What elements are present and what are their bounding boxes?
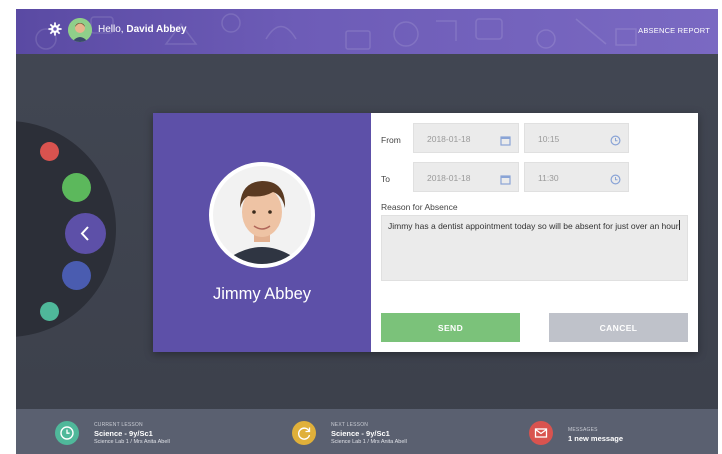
top-bar: Hello, David Abbey ABSENCE REPORT [16, 9, 718, 54]
gear-icon[interactable] [48, 22, 62, 36]
clock-icon [55, 421, 79, 445]
to-date-field[interactable]: 2018-01-18 [413, 162, 519, 192]
next-lesson[interactable]: NEXT LESSON Science - 9y/Sc1 Science Lab… [256, 409, 486, 454]
reason-text: Jimmy has a dentist appointment today so… [388, 221, 679, 231]
current-lesson-title: Science - 9y/Sc1 [94, 429, 153, 438]
to-date-value: 2018-01-18 [427, 173, 471, 183]
calendar-icon[interactable] [500, 172, 511, 185]
current-lesson[interactable]: CURRENT LESSON Science - 9y/Sc1 Science … [16, 409, 256, 454]
chevron-left-icon [80, 226, 89, 241]
greeting-text: Hello, [98, 24, 127, 35]
absence-form: From 2018-01-18 10:15 To 2018-01-18 11:3… [371, 113, 698, 352]
send-button[interactable]: SEND [381, 313, 520, 342]
from-time-field[interactable]: 10:15 [524, 123, 629, 153]
messages-count: 1 new message [568, 434, 624, 443]
next-lesson-title: Science - 9y/Sc1 [331, 429, 390, 438]
wheel-dot-teal[interactable] [40, 302, 59, 321]
student-panel: Jimmy Abbey [153, 113, 371, 352]
absence-report-link[interactable]: ABSENCE REPORT [638, 26, 710, 35]
next-lesson-caption: NEXT LESSON [331, 422, 369, 428]
reason-textarea[interactable]: Jimmy has a dentist appointment today so… [381, 215, 688, 281]
refresh-clock-icon [292, 421, 316, 445]
clock-icon[interactable] [610, 172, 621, 185]
current-lesson-caption: CURRENT LESSON [94, 422, 143, 428]
current-lesson-detail: Science Lab 1 / Mrs Anita Abell [94, 439, 170, 445]
to-time-field[interactable]: 11:30 [524, 162, 629, 192]
absence-card: Jimmy Abbey From 2018-01-18 10:15 To 201… [153, 113, 698, 352]
next-lesson-detail: Science Lab 1 / Mrs Anita Abell [331, 439, 407, 445]
messages[interactable]: MESSAGES 1 new message [486, 409, 718, 454]
wheel-dot-green[interactable] [62, 173, 91, 202]
status-footer: CURRENT LESSON Science - 9y/Sc1 Science … [16, 409, 718, 454]
student-name: Jimmy Abbey [212, 285, 312, 303]
greeting: Hello, David Abbey [98, 24, 187, 35]
wheel-dot-blue[interactable] [62, 261, 91, 290]
user-name: David Abbey [126, 24, 187, 35]
from-date-value: 2018-01-18 [427, 134, 471, 144]
text-caret [678, 220, 680, 230]
from-date-field[interactable]: 2018-01-18 [413, 123, 519, 153]
from-label: From [381, 135, 401, 145]
cancel-button[interactable]: CANCEL [549, 313, 688, 342]
reason-label: Reason for Absence [381, 202, 458, 212]
calendar-icon[interactable] [500, 133, 511, 146]
user-avatar[interactable] [68, 18, 92, 42]
clock-icon[interactable] [610, 133, 621, 146]
from-time-value: 10:15 [538, 134, 560, 144]
to-label: To [381, 174, 390, 184]
messages-caption: MESSAGES [568, 427, 598, 433]
back-button[interactable] [65, 213, 106, 254]
envelope-icon [529, 421, 553, 445]
wheel-dot-red[interactable] [40, 142, 59, 161]
to-time-value: 11:30 [538, 173, 559, 183]
student-photo [209, 162, 315, 268]
app-window: Hello, David Abbey ABSENCE REPORT Jimmy … [16, 9, 718, 454]
